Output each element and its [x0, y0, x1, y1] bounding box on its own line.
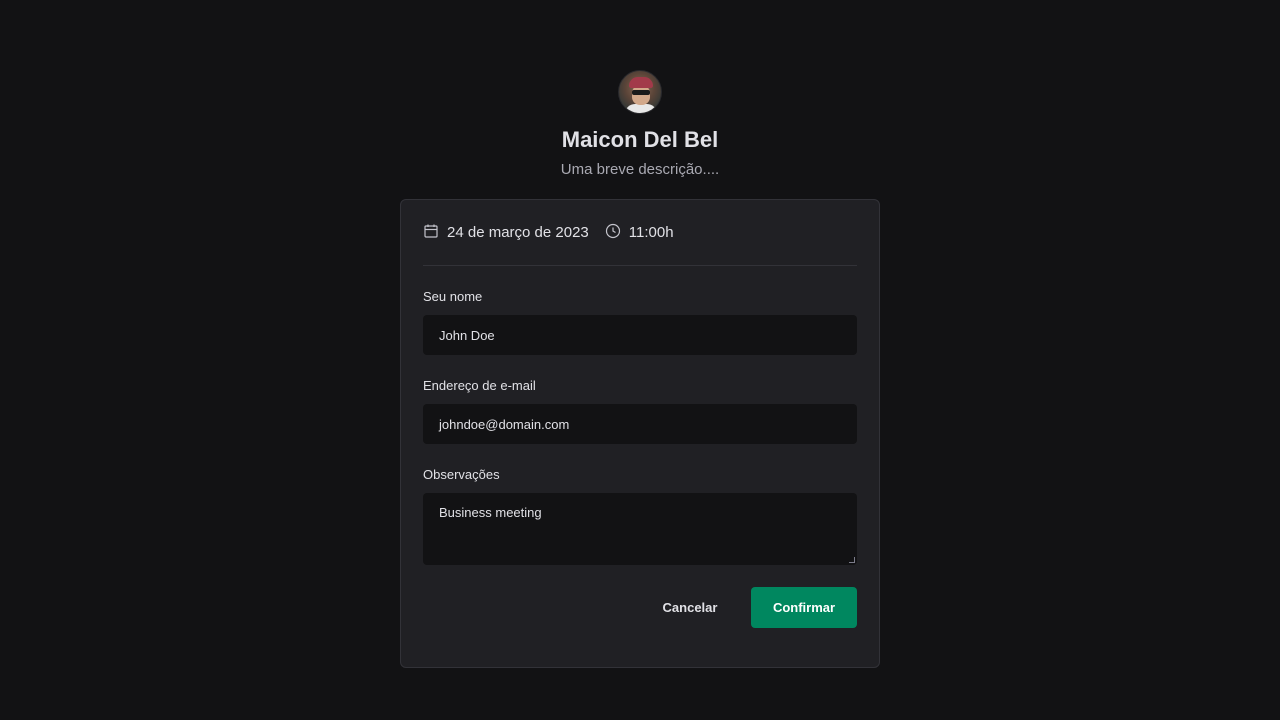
profile-bio: Uma breve descrição.... — [560, 161, 720, 178]
confirm-button[interactable]: Confirmar — [751, 587, 857, 628]
name-value: John Doe — [439, 327, 495, 343]
notes-label: Observações — [423, 467, 500, 482]
name-label: Seu nome — [423, 289, 483, 304]
clock-icon — [605, 223, 621, 243]
notes-value: Business meeting — [439, 505, 542, 520]
form-actions: Cancelar Confirmar — [423, 587, 857, 628]
schedule-time: 11:00h — [605, 223, 674, 243]
schedule-info: 24 de março de 2023 11:00h — [423, 200, 857, 266]
name-field[interactable]: John Doe — [423, 315, 857, 355]
notes-textarea[interactable]: Business meeting — [423, 493, 857, 565]
email-value: johndoe@domain.com — [439, 416, 570, 432]
avatar — [618, 70, 662, 114]
date-text: 24 de março de 2023 — [447, 224, 589, 241]
email-label: Endereço de e-mail — [423, 378, 536, 393]
cancel-button[interactable]: Cancelar — [637, 587, 743, 628]
email-field[interactable]: johndoe@domain.com — [423, 404, 857, 444]
resize-handle[interactable] — [849, 557, 855, 563]
profile-header: Maicon Del Bel Uma breve descrição.... — [0, 70, 1280, 180]
time-text: 11:00h — [628, 224, 674, 241]
booking-form-card: 24 de março de 2023 11:00h Seu nome John… — [400, 199, 880, 668]
schedule-date: 24 de março de 2023 — [423, 223, 589, 243]
profile-name: Maicon Del Bel — [561, 127, 719, 152]
calendar-icon — [423, 223, 439, 243]
